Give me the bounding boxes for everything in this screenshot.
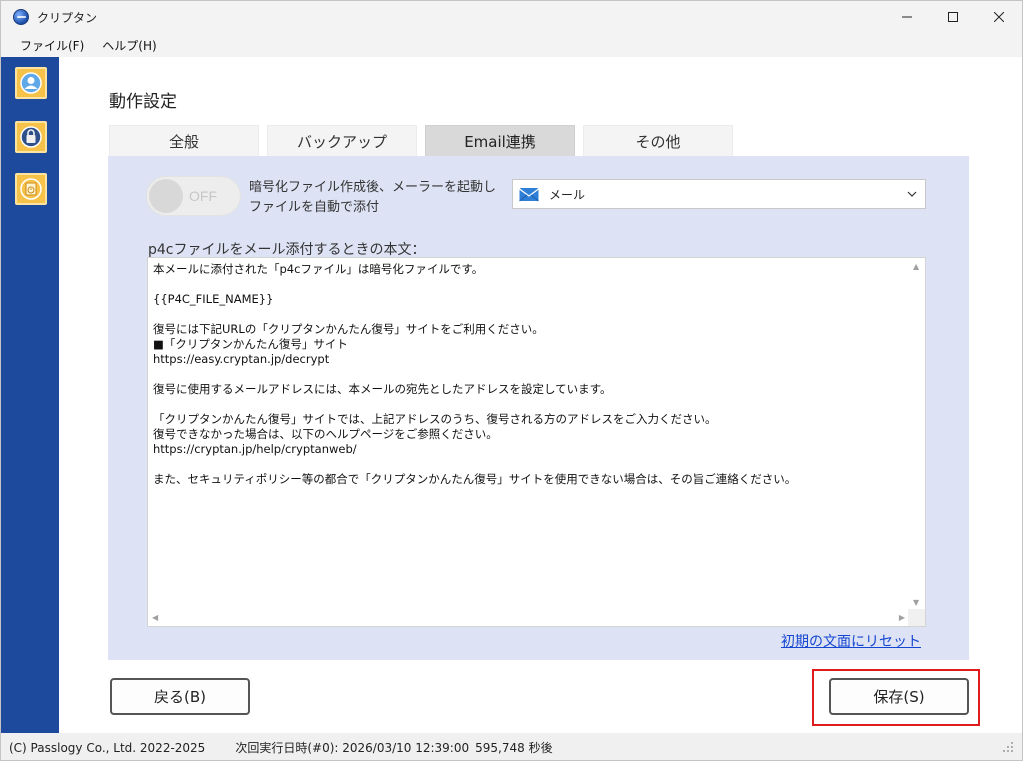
- minimize-icon: [902, 16, 912, 18]
- menu-file[interactable]: ファイル(F): [11, 37, 93, 54]
- tab-other[interactable]: その他: [583, 125, 733, 156]
- lock-globe-icon: [20, 126, 42, 148]
- scroll-up-icon[interactable]: ▲: [913, 262, 919, 271]
- close-icon: [994, 12, 1004, 22]
- maximize-button[interactable]: [930, 1, 976, 33]
- minimize-button[interactable]: [884, 1, 930, 33]
- copyright-text: (C) Passlogy Co., Ltd. 2022-2025: [9, 740, 206, 755]
- user-profile-icon: [20, 72, 42, 94]
- status-bar: (C) Passlogy Co., Ltd. 2022-2025 次回実行日時(…: [1, 733, 1022, 760]
- next-run-text: 次回実行日時(#0): 2026/03/10 12:39:00: [235, 741, 470, 755]
- scroll-down-icon[interactable]: ▼: [913, 598, 919, 607]
- menu-help[interactable]: ヘルプ(H): [93, 37, 165, 54]
- tab-backup[interactable]: バックアップ: [267, 125, 417, 156]
- auto-attach-toggle[interactable]: OFF: [146, 176, 241, 216]
- vertical-scrollbar[interactable]: ▲ ▼: [908, 258, 925, 611]
- sidebar-item-schedule[interactable]: [15, 173, 47, 205]
- title-bar[interactable]: クリプタン: [1, 1, 1022, 33]
- chevron-down-icon: [907, 191, 917, 197]
- toggle-description: 暗号化ファイル作成後、メーラーを起動しファイルを自動で添付: [249, 180, 497, 215]
- sidebar-item-profile[interactable]: [15, 67, 47, 99]
- close-button[interactable]: [976, 1, 1022, 33]
- save-button[interactable]: 保存(S): [829, 678, 969, 715]
- settings-tabs: 全般 バックアップ Email連携 その他: [109, 125, 741, 156]
- scroll-corner: [908, 609, 925, 626]
- menu-bar: ファイル(F) ヘルプ(H): [1, 33, 1022, 57]
- tab-email[interactable]: Email連携: [425, 125, 575, 156]
- mail-body-textarea[interactable]: 本メールに添付された「p4cファイル」は暗号化ファイルです。 {{P4C_FIL…: [147, 257, 926, 627]
- mail-app-icon: [519, 188, 539, 202]
- tab-general[interactable]: 全般: [109, 125, 259, 156]
- window-controls: [884, 1, 1022, 33]
- app-logo-icon: [13, 9, 29, 25]
- email-settings-panel: OFF 暗号化ファイル作成後、メーラーを起動しファイルを自動で添付 メール p4…: [108, 156, 969, 660]
- toggle-knob: [149, 179, 183, 213]
- countdown-text: 595,748 秒後: [475, 741, 553, 755]
- maximize-icon: [948, 12, 958, 22]
- page-title: 動作設定: [109, 92, 177, 112]
- mailer-selected-value: メール: [549, 187, 586, 202]
- mailer-select[interactable]: メール: [512, 179, 926, 209]
- scroll-left-icon[interactable]: ◀: [152, 613, 158, 622]
- sidebar: [1, 57, 59, 733]
- window-title: クリプタン: [37, 10, 98, 25]
- app-window: クリプタン ファイル(F) ヘルプ(H) 動作設定 全般 バックアップ Emai…: [0, 0, 1023, 761]
- clock-document-icon: [20, 178, 42, 200]
- reset-body-link[interactable]: 初期の文面にリセット: [781, 631, 921, 651]
- sidebar-item-encrypt[interactable]: [15, 121, 47, 153]
- horizontal-scrollbar[interactable]: ◀ ▶: [148, 609, 909, 626]
- scroll-right-icon[interactable]: ▶: [899, 613, 905, 622]
- toggle-state-label: OFF: [189, 188, 217, 204]
- back-button[interactable]: 戻る(B): [110, 678, 250, 715]
- mail-body-text[interactable]: 本メールに添付された「p4cファイル」は暗号化ファイルです。 {{P4C_FIL…: [153, 262, 903, 607]
- mail-body-label: p4cファイルをメール添付するときの本文：: [148, 242, 426, 258]
- main-content: 動作設定 全般 バックアップ Email連携 その他 OFF 暗号化ファイル作成…: [59, 57, 1022, 733]
- resize-grip-icon[interactable]: [1002, 741, 1014, 753]
